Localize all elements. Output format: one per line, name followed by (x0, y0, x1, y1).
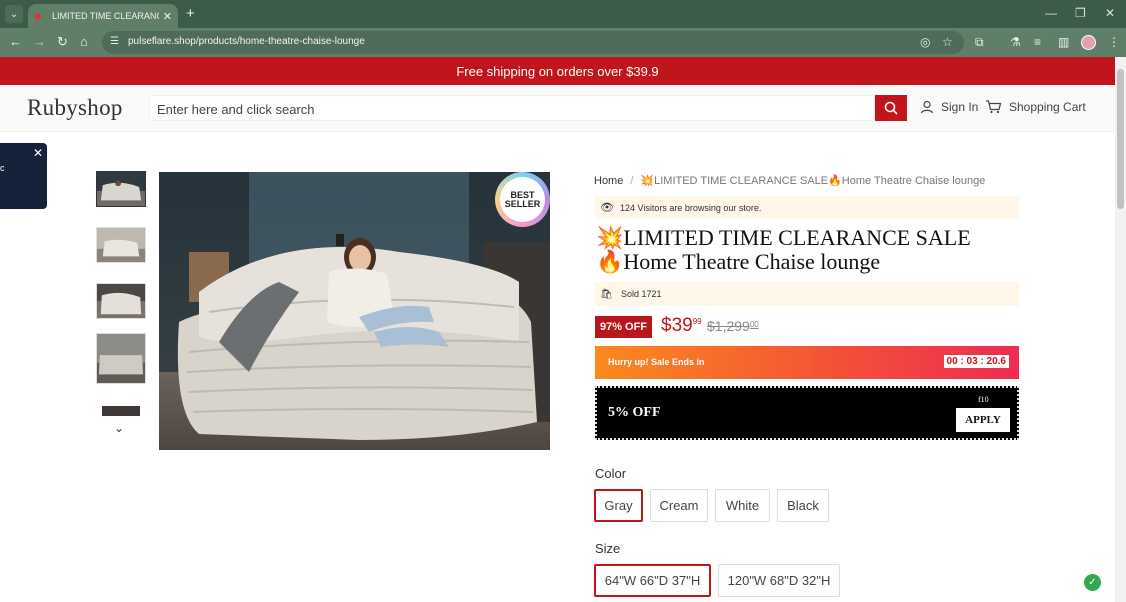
sale-countdown-banner: Hurry up! Sale Ends in 00 : 03 : 20.6 (595, 346, 1019, 379)
visitors-text: 124 Visitors are browsing our store. (620, 202, 762, 213)
window-close-icon[interactable]: ✕ (1105, 6, 1115, 20)
profile-avatar[interactable] (1081, 35, 1096, 50)
size-option-64w[interactable]: 64"W 66"D 37"H (594, 564, 711, 597)
apply-coupon-button[interactable]: APPLY (956, 408, 1010, 432)
thumbnail-image (97, 334, 145, 383)
visitors-notice: 👁 124 Visitors are browsing our store. (595, 196, 1019, 219)
search-input[interactable]: Enter here and click search (149, 95, 875, 121)
popup-close-icon[interactable]: ✕ (33, 146, 43, 160)
browser-toolbar: ← → ↻ ⌂ ☰ pulseflare.shop/products/home-… (0, 28, 1126, 57)
home-icon[interactable]: ⌂ (80, 34, 88, 49)
product-main-image[interactable] (159, 172, 550, 450)
product-thumbnail[interactable] (96, 403, 146, 416)
extensions-icon[interactable]: ⧉ (975, 35, 984, 50)
tab-search-icon[interactable]: ⌄ (5, 5, 23, 23)
product-thumbnail[interactable] (96, 333, 146, 384)
sign-in-label: Sign In (941, 100, 979, 114)
eye-off-icon[interactable]: ◎ (920, 35, 930, 49)
announcement-bar: Free shipping on orders over $39.9 (0, 57, 1115, 85)
breadcrumb: Home / 💥LIMITED TIME CLEARANCE SALE🔥Home T… (594, 174, 985, 187)
side-popup: ✕ c (0, 143, 47, 209)
product-title-line-1: 💥LIMITED TIME CLEARANCE SALE (596, 225, 971, 250)
minimize-icon[interactable]: — (1045, 6, 1057, 20)
product-photo (159, 172, 550, 450)
size-option-120w[interactable]: 120"W 68"D 32"H (718, 564, 840, 597)
color-option-cream[interactable]: Cream (650, 489, 708, 522)
sale-price-cents: 99 (692, 317, 702, 326)
color-option-black[interactable]: Black (777, 489, 829, 522)
color-label: Color (595, 466, 627, 481)
sold-count: 🛍 Sold 1721 (595, 282, 1019, 306)
labs-icon[interactable]: ⚗ (1010, 35, 1021, 49)
original-price-cents: 00 (749, 320, 759, 329)
address-bar[interactable]: ☰ pulseflare.shop/products/home-theatre-… (102, 31, 964, 54)
side-panel-icon[interactable]: ▥ (1058, 35, 1069, 49)
coupon-box: 5% OFF f10 APPLY (595, 386, 1019, 440)
thumbnail-image (97, 172, 145, 206)
restore-icon[interactable]: ❐ (1075, 6, 1086, 20)
sign-in-link[interactable]: Sign In (920, 100, 978, 114)
popup-text: c (0, 163, 5, 173)
breadcrumb-separator: / (630, 175, 634, 187)
thumbnails-next-icon[interactable]: ⌄ (114, 421, 124, 435)
bookmark-star-icon[interactable]: ☆ (942, 35, 953, 49)
sale-price-dollars: $39 (661, 315, 693, 336)
breadcrumb-home[interactable]: Home (594, 175, 623, 187)
browser-tab[interactable]: ◆ LIMITED TIME CLEARANCE S ✕ (28, 4, 178, 28)
thumbnail-image (97, 228, 145, 262)
coupon-label: 5% OFF (608, 405, 661, 420)
product-thumbnail[interactable] (96, 227, 146, 263)
original-price: $1,29900 (707, 318, 759, 334)
product-thumbnail[interactable] (96, 171, 146, 207)
page-scrollbar[interactable] (1115, 57, 1126, 602)
discount-badge: 97% OFF (595, 316, 652, 338)
bag-icon: 🛍 (600, 288, 613, 300)
cart-label: Shopping Cart (1009, 100, 1086, 114)
product-title-line-2: 🔥Home Theatre Chaise lounge (596, 249, 881, 274)
size-label: Size (595, 541, 621, 556)
site-info-icon[interactable]: ☰ (110, 36, 119, 47)
browser-tab-strip: ⌄ ◆ LIMITED TIME CLEARANCE S ✕ + — ❐ ✕ (0, 0, 1126, 28)
tab-close-icon[interactable]: ✕ (163, 10, 172, 23)
best-seller-badge: BEST SELLER (495, 172, 550, 227)
cart-icon (986, 100, 1002, 114)
product-thumbnail[interactable] (96, 283, 146, 319)
cart-link[interactable]: Shopping Cart (985, 100, 1086, 114)
scrollbar-thumb[interactable] (1117, 69, 1124, 209)
thumbnail-image (97, 284, 145, 318)
media-icon[interactable]: ≡ (1034, 35, 1041, 49)
site-header: Rubyshop Enter here and click search Sig… (0, 85, 1115, 132)
more-menu-icon[interactable]: ⋮ (1108, 35, 1120, 49)
back-icon[interactable]: ← (9, 34, 22, 49)
product-title: 💥LIMITED TIME CLEARANCE SALE 🔥Home Theat… (596, 226, 1016, 274)
color-option-white[interactable]: White (715, 489, 770, 522)
reload-icon[interactable]: ↻ (57, 34, 68, 50)
user-icon (920, 100, 934, 114)
chat-widget-icon[interactable]: ✓ (1084, 574, 1101, 591)
original-price-dollars: $1,299 (707, 318, 750, 334)
countdown-timer: 00 : 03 : 20.6 (943, 355, 1009, 368)
thumbnail-image (96, 403, 146, 416)
color-option-gray[interactable]: Gray (594, 489, 643, 522)
eye-icon: 👁 (600, 202, 614, 214)
badge-line-2: SELLER (504, 198, 541, 209)
search-button[interactable] (875, 95, 907, 121)
hurry-text: Hurry up! Sale Ends in (608, 357, 705, 367)
sale-price: $3999 (661, 315, 702, 337)
coupon-code: f10 (978, 395, 989, 404)
new-tab-icon[interactable]: + (186, 5, 195, 22)
store-logo[interactable]: Rubyshop (27, 95, 123, 121)
search-icon (884, 101, 898, 115)
tab-favicon-icon: ◆ (34, 10, 42, 22)
forward-icon[interactable]: → (33, 34, 46, 49)
url-text: pulseflare.shop/products/home-theatre-ch… (128, 36, 365, 47)
tab-title: LIMITED TIME CLEARANCE S (52, 11, 159, 21)
breadcrumb-current: 💥LIMITED TIME CLEARANCE SALE🔥Home Theatr… (640, 175, 986, 187)
sold-text: Sold 1721 (621, 289, 662, 299)
